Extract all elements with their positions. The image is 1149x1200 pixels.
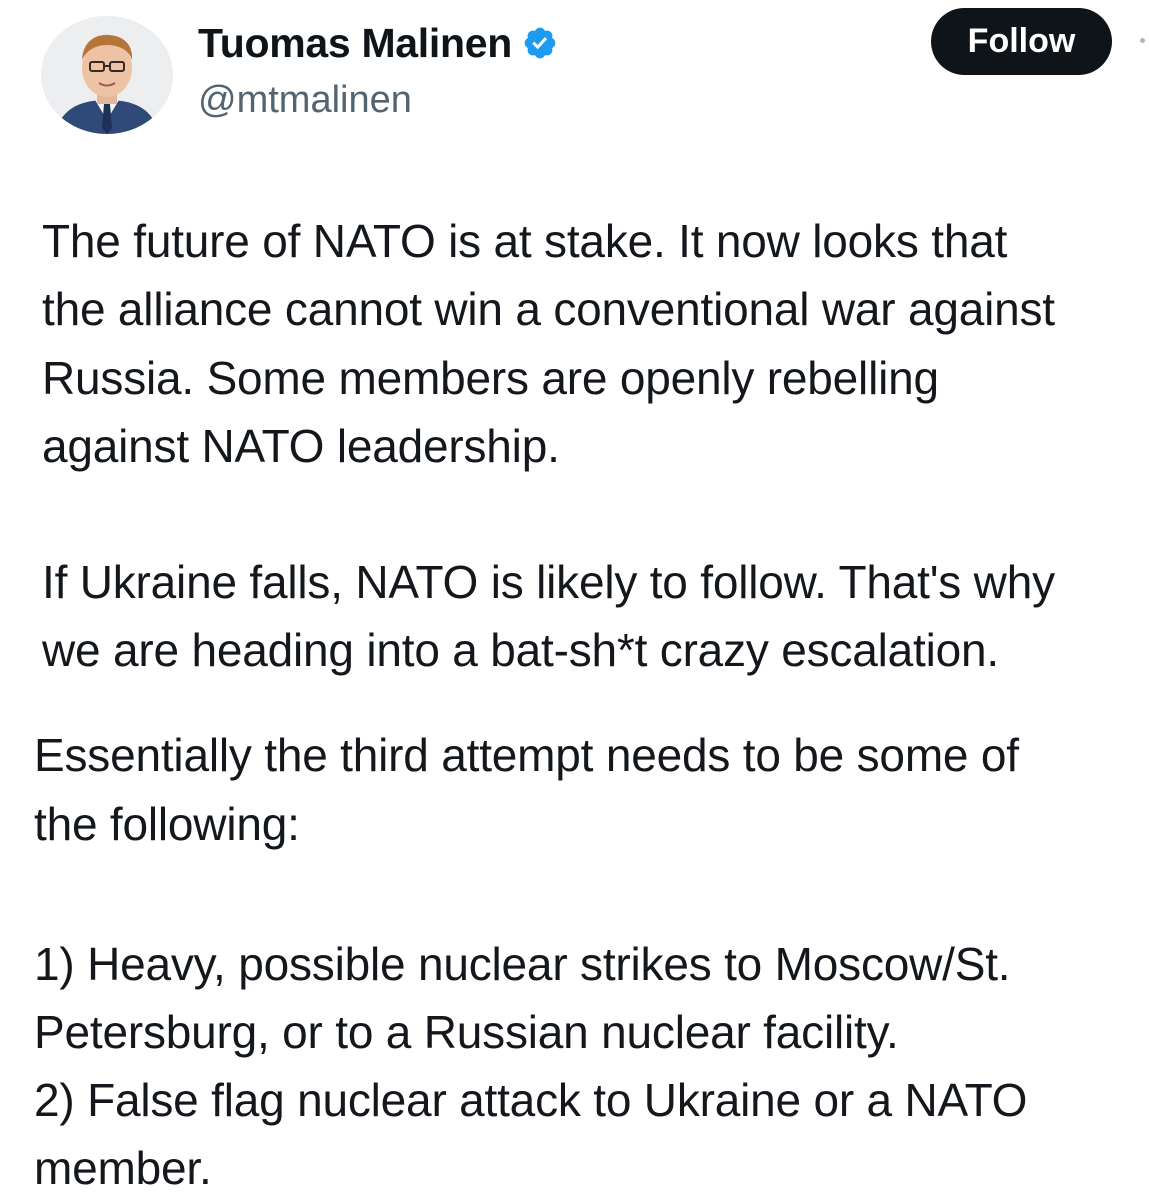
- tweet-line: member.: [34, 1142, 212, 1194]
- tweet-line: Petersburg, or to a Russian nuclear faci…: [34, 1006, 899, 1058]
- tweet-line: we are heading into a bat-sh*t crazy esc…: [42, 624, 999, 676]
- display-name[interactable]: Tuomas Malinen: [198, 17, 512, 69]
- tweet-line: Essentially the third attempt needs to b…: [34, 729, 1019, 781]
- tweet-line: 1) Heavy, possible nuclear strikes to Mo…: [34, 938, 1011, 990]
- follow-button[interactable]: Follow: [931, 8, 1112, 75]
- display-name-row[interactable]: Tuomas Malinen: [198, 17, 558, 69]
- tweet-line: The future of NATO is at stake. It now l…: [42, 215, 1008, 267]
- avatar[interactable]: [41, 16, 173, 134]
- tweet-line: the following:: [34, 798, 300, 850]
- more-options-icon[interactable]: [1140, 38, 1145, 43]
- verified-badge-icon[interactable]: [522, 25, 558, 61]
- tweet-body: The future of NATO is at stake. It now l…: [0, 0, 1149, 1200]
- tweet-line: the alliance cannot win a conventional w…: [42, 283, 1055, 335]
- tweet-line: 2) False flag nuclear attack to Ukraine …: [34, 1074, 1028, 1126]
- avatar-photo: [41, 16, 173, 134]
- tweet-line: against NATO leadership.: [42, 420, 560, 472]
- author-handle[interactable]: @mtmalinen: [198, 76, 412, 124]
- tweet-line: Russia. Some members are openly rebellin…: [42, 352, 939, 404]
- tweet-line: If Ukraine falls, NATO is likely to foll…: [42, 556, 1055, 608]
